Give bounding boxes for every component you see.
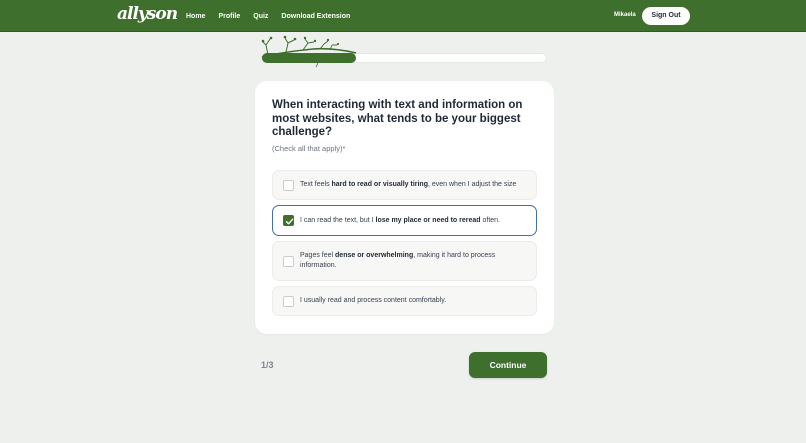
branch-illustration-icon xyxy=(261,35,357,68)
nav-links: Home Profile Quiz Download Extension xyxy=(186,0,363,32)
checkbox[interactable] xyxy=(283,215,294,226)
check-icon xyxy=(285,218,294,225)
nav-link-quiz[interactable]: Quiz xyxy=(253,13,268,20)
answer-option-emphasis: lose my place or need to reread xyxy=(375,217,481,224)
answer-option-2[interactable]: I can read the text, but I lose my place… xyxy=(272,205,537,236)
checkbox[interactable] xyxy=(283,180,294,191)
answer-option-3[interactable]: Pages feel dense or overwhelming, making… xyxy=(272,241,537,281)
sign-out-button[interactable]: Sign Out xyxy=(642,7,690,25)
question-text: When interacting with text and informati… xyxy=(272,99,523,139)
answer-option-emphasis: hard to read or visually tiring xyxy=(331,181,428,188)
answer-option-label: Pages feel dense or overwhelming, making… xyxy=(300,251,528,271)
checkbox[interactable] xyxy=(283,296,294,307)
user-name: Mikaela xyxy=(614,12,636,18)
answer-option-label: I usually read and process content comfo… xyxy=(300,296,528,306)
question-card: When interacting with text and informati… xyxy=(255,81,554,334)
answer-option-text: Pages feel xyxy=(300,252,336,259)
answer-option-text: I can read the text, but I xyxy=(300,217,376,224)
nav-link-home[interactable]: Home xyxy=(186,13,205,20)
answer-option-text: , even when I adjust the size xyxy=(427,181,517,188)
nav-link-profile[interactable]: Profile xyxy=(218,13,240,20)
answer-option-text: often. xyxy=(480,217,501,224)
continue-button[interactable]: Continue xyxy=(469,352,547,378)
answer-option-label: Text feels hard to read or visually tiri… xyxy=(300,180,528,190)
top-navbar: allyson Home Profile Quiz Download Exten… xyxy=(0,0,806,32)
nav-link-download-extension[interactable]: Download Extension xyxy=(281,13,350,20)
answer-option-1[interactable]: Text feels hard to read or visually tiri… xyxy=(272,170,537,200)
answer-option-text: I usually read and process content comfo… xyxy=(300,297,447,304)
answer-option-4[interactable]: I usually read and process content comfo… xyxy=(272,286,537,316)
allyson-logo[interactable]: allyson xyxy=(117,4,178,28)
answer-option-text: Text feels xyxy=(300,181,332,188)
answer-option-emphasis: dense or overwhelming xyxy=(335,252,414,259)
answer-option-label: I can read the text, but I lose my place… xyxy=(300,216,528,226)
step-indicator: 1/3 xyxy=(261,360,274,370)
question-hint: (Check all that apply)* xyxy=(272,144,346,153)
checkbox[interactable] xyxy=(283,256,294,267)
